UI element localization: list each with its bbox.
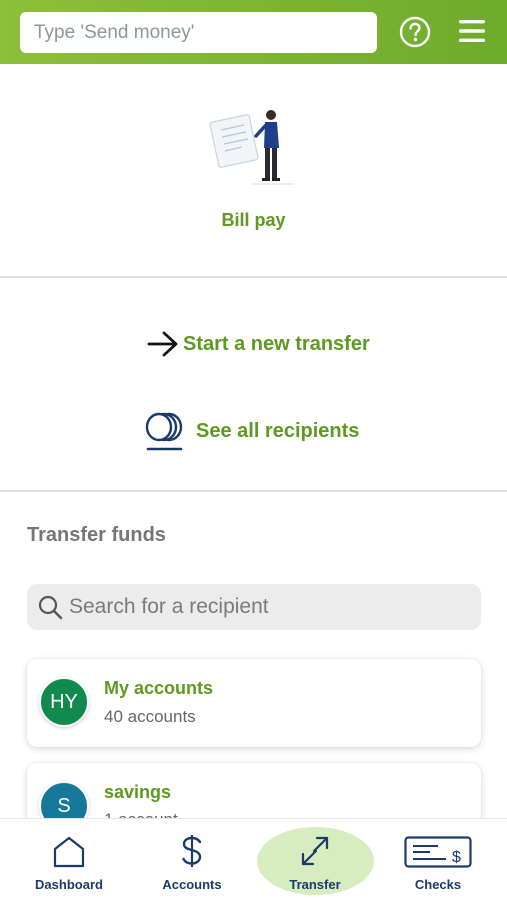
search-icon — [38, 595, 63, 620]
transfer-funds-heading: Transfer funds — [27, 524, 166, 546]
global-search-input[interactable]: Type 'Send money' — [20, 12, 377, 53]
avatar-initials: S — [57, 794, 71, 817]
see-all-recipients-label: See all recipients — [196, 419, 360, 442]
transfer-arrows-icon — [301, 836, 329, 866]
arrow-right-icon — [147, 331, 178, 357]
home-icon — [53, 836, 85, 868]
nav-dashboard[interactable]: Dashboard — [19, 819, 119, 900]
nav-checks-label: Checks — [414, 877, 462, 892]
recipient-card-title: My accounts — [104, 678, 214, 698]
avatar-initials: HY — [50, 690, 78, 713]
avatar: HY — [39, 677, 89, 727]
nav-checks[interactable]: $ Checks — [388, 819, 488, 900]
hamburger-menu-icon[interactable] — [459, 19, 485, 43]
bill-pay-label: Bill pay — [221, 210, 286, 230]
top-bar: Type 'Send money' — [0, 0, 507, 64]
see-all-recipients-link[interactable]: See all recipients — [143, 409, 359, 453]
nav-transfer[interactable]: Transfer — [265, 819, 365, 900]
bottom-navigation: Dashboard Accounts Transfer $ Checks — [0, 818, 507, 900]
recipient-card-my-accounts[interactable]: HY My accounts 40 accounts — [27, 659, 481, 747]
recipient-card-title: savings — [104, 782, 172, 802]
question-circle-icon[interactable] — [399, 16, 431, 48]
start-new-transfer-link[interactable]: Start a new transfer — [147, 329, 370, 359]
divider — [0, 276, 507, 278]
divider — [0, 490, 507, 492]
check-icon: $ — [404, 836, 472, 868]
recipient-card-subtitle: 40 accounts — [104, 707, 196, 726]
svg-text:$: $ — [452, 849, 461, 866]
nav-dashboard-label: Dashboard — [35, 877, 103, 892]
recipient-search-placeholder: Search for a recipient — [69, 595, 269, 618]
nav-transfer-label: Transfer — [289, 877, 341, 892]
coins-stack-icon — [145, 412, 183, 451]
start-new-transfer-label: Start a new transfer — [183, 332, 370, 355]
nav-accounts-label: Accounts — [162, 877, 222, 892]
person-with-bill-illustration — [209, 110, 294, 185]
recipient-search-input[interactable]: Search for a recipient — [27, 584, 481, 630]
nav-accounts[interactable]: Accounts — [142, 819, 242, 900]
dollar-icon — [182, 835, 202, 867]
bill-pay-tile[interactable]: Bill pay — [0, 64, 507, 276]
global-search-placeholder: Type 'Send money' — [34, 21, 195, 43]
